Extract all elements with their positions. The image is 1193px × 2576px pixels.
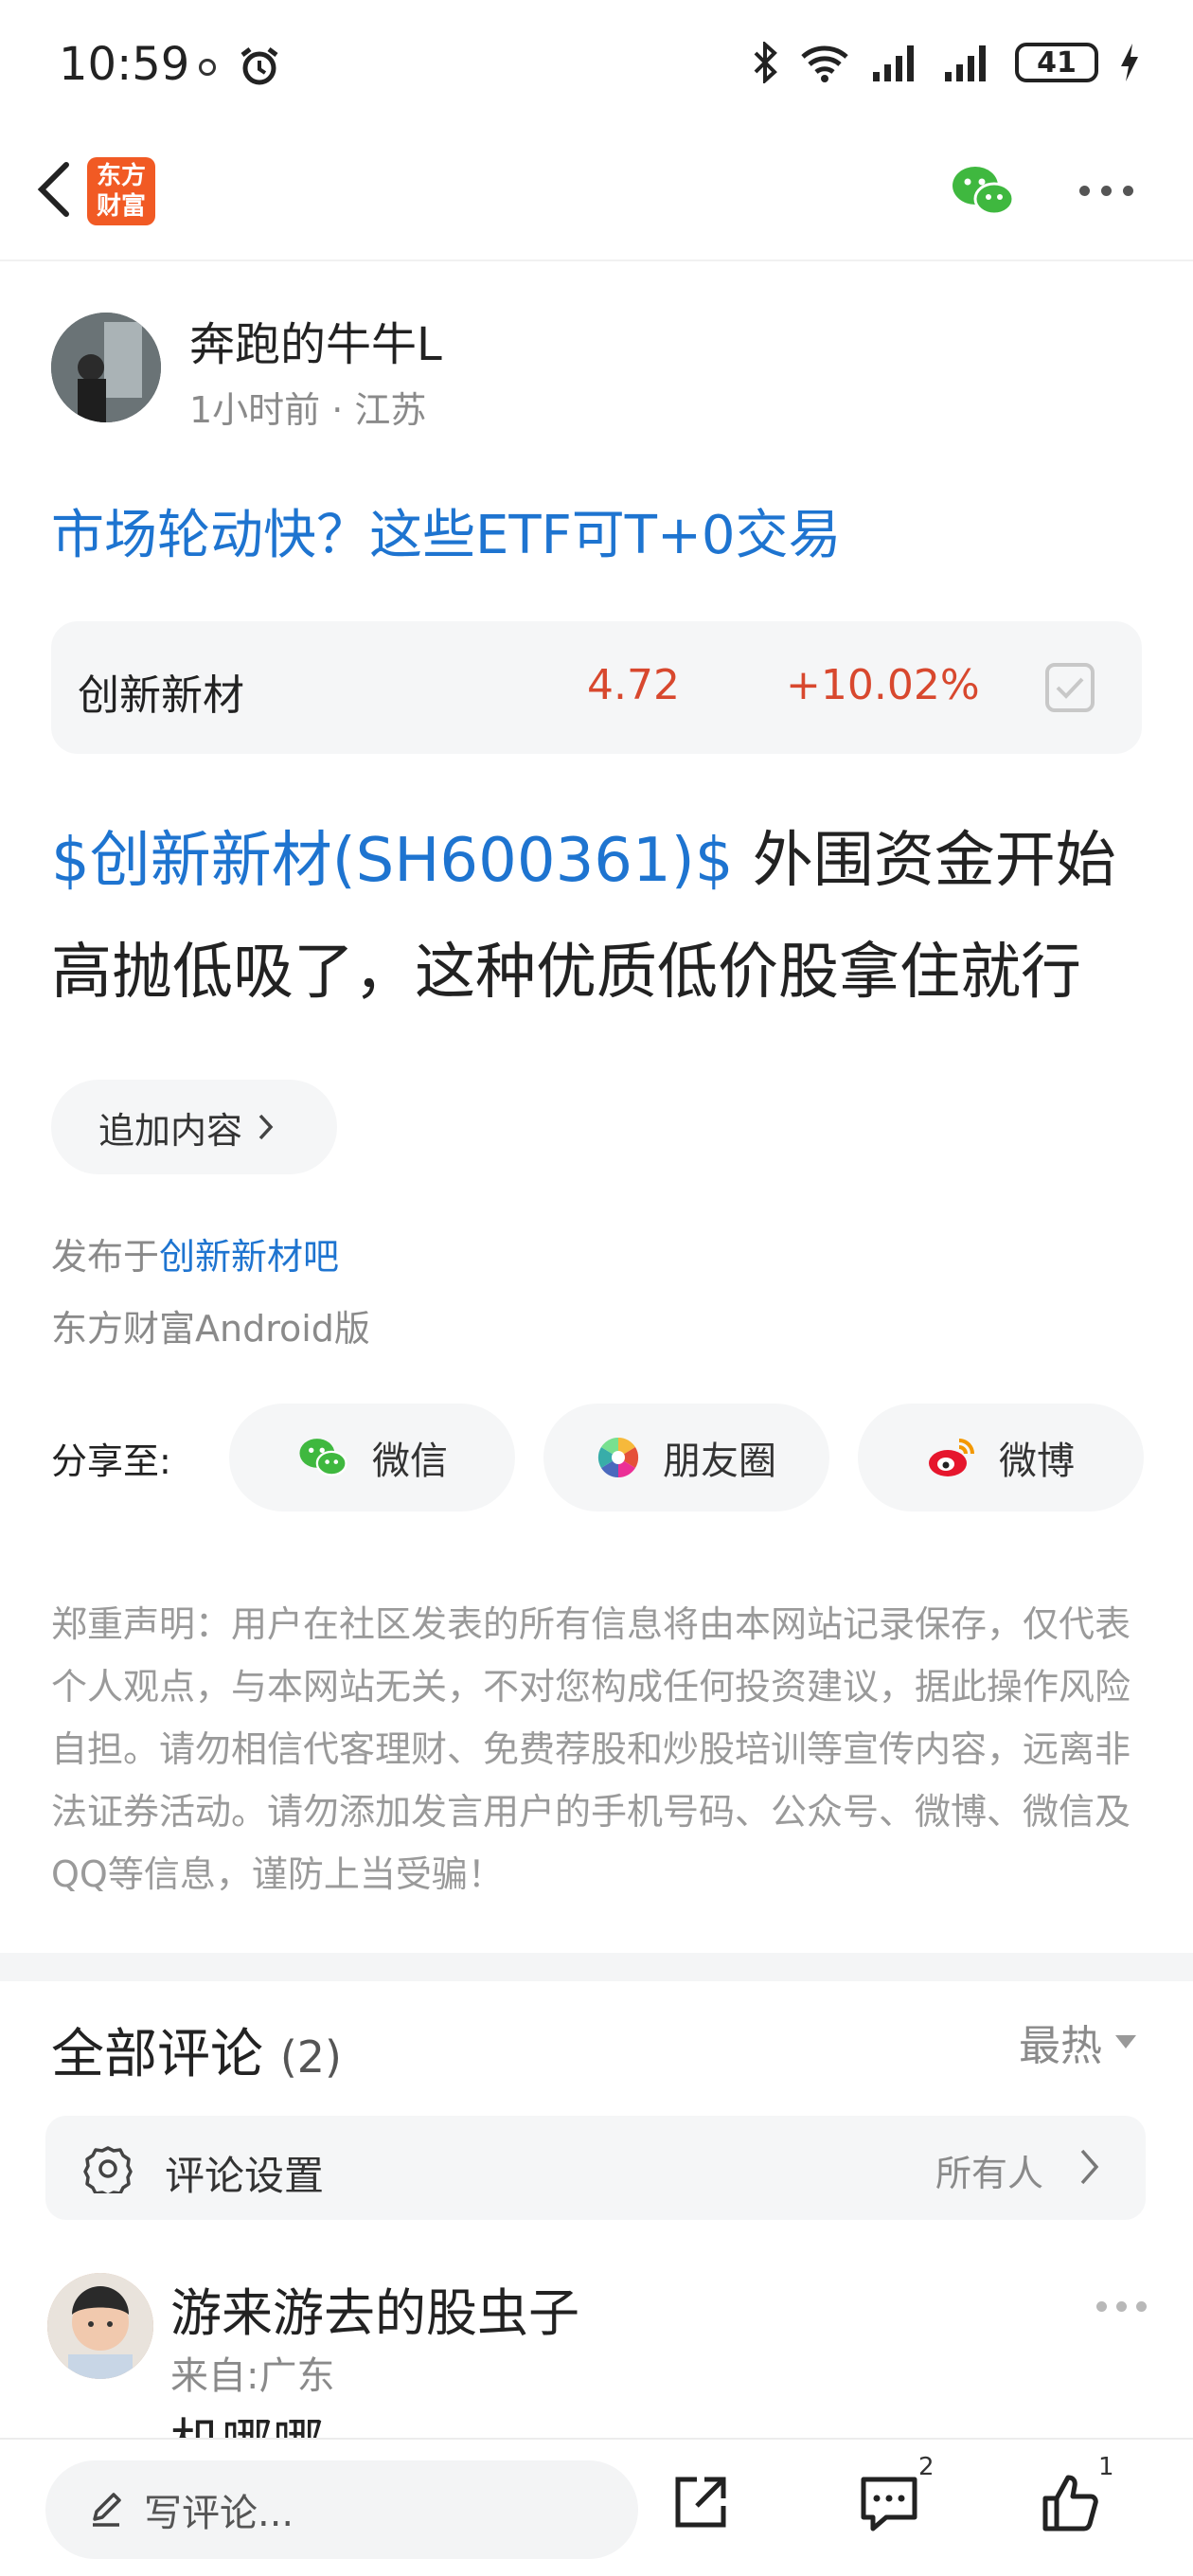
alarm-icon (237, 44, 282, 93)
add-watchlist-checkbox[interactable] (1045, 663, 1095, 712)
commenter-name[interactable]: 游来游去的股虫子 (170, 2271, 579, 2346)
bluetooth-icon (754, 42, 777, 83)
stock-mention-link[interactable]: $创新新材(SH600361)$ (51, 826, 733, 896)
author-avatar[interactable] (51, 313, 161, 422)
pen-icon (93, 2493, 121, 2527)
back-arrow-icon (37, 162, 69, 217)
wechat-icon (299, 1439, 347, 1476)
wifi-icon (801, 45, 848, 82)
stock-price: 4.72 (587, 661, 680, 709)
signal-icon (873, 45, 914, 81)
share-weibo-button[interactable]: 微博 (858, 1404, 1144, 1512)
comments-heading: 全部评论 (2) (51, 2012, 342, 2088)
top-nav: 东方财富 (0, 133, 1193, 261)
commenter-location: 来自:广东 (170, 2354, 335, 2398)
author-name[interactable]: 奔跑的牛牛L (189, 307, 442, 373)
record-icon (199, 59, 216, 76)
section-divider (0, 1953, 1193, 1981)
sort-dropdown[interactable]: 最热 (1019, 2012, 1136, 2072)
share-moments-button[interactable]: 朋友圈 (543, 1404, 829, 1512)
moments-icon (597, 1437, 639, 1478)
stock-bar-link[interactable]: 创新新材吧 (159, 1236, 339, 1278)
weibo-icon (929, 1439, 974, 1476)
comment-more-icon[interactable] (1096, 2301, 1147, 2312)
published-info: 发布于创新新材吧 (51, 1227, 339, 1279)
thumbs-up-icon[interactable] (1040, 2472, 1102, 2534)
write-comment-input[interactable]: 写评论... (45, 2460, 638, 2559)
client-info: 东方财富Android版 (51, 1308, 370, 1350)
more-options-icon[interactable] (1079, 186, 1133, 196)
published-prefix: 发布于 (51, 1236, 160, 1278)
status-bar: 10:59 41 (0, 0, 1193, 133)
gear-icon (83, 2146, 133, 2193)
share-label: 分享至: (51, 1440, 171, 1482)
stock-card[interactable]: 创新新材 4.72 +10.02% (51, 621, 1142, 754)
author-meta: 1小时前 · 江苏 (189, 389, 427, 431)
chevron-right-icon (1080, 2149, 1099, 2185)
share-out-icon[interactable] (670, 2472, 731, 2532)
append-content-label: 追加内容 (98, 1109, 243, 1152)
post-body: $创新新材(SH600361)$ 外围资金开始高抛低吸了，这种优质低价股拿住就行 (51, 805, 1149, 1029)
disclaimer-text: 郑重声明：用户在社区发表的所有信息将由本网站记录保存，仅代表个人观点，与本网站无… (51, 1603, 1131, 1895)
comments-title: 全部评论 (51, 2024, 263, 2085)
comments-count: (2) (279, 2031, 342, 2083)
append-content-button[interactable]: 追加内容 (51, 1080, 337, 1174)
write-comment-placeholder: 写评论... (144, 2492, 294, 2535)
chevron-right-icon (258, 1114, 274, 1140)
caret-down-icon (1115, 2035, 1136, 2048)
status-time: 10:59 (59, 38, 190, 91)
like-count-badge: 1 (1098, 2453, 1114, 2481)
check-icon (1056, 677, 1084, 699)
bottom-action-bar: 写评论... 2 1 (0, 2438, 1193, 2576)
share-weibo-label: 微博 (999, 1440, 1075, 1483)
sort-label: 最热 (1019, 2022, 1102, 2070)
post-title[interactable]: 市场轮动快？这些ETF可T+0交易 (51, 492, 842, 569)
stock-name: 创新新材 (78, 671, 244, 720)
back-button[interactable] (17, 153, 89, 225)
comment-settings-row[interactable]: 评论设置 所有人 (45, 2116, 1146, 2220)
signal-icon-2 (945, 45, 986, 81)
commenter-avatar[interactable] (47, 2273, 153, 2379)
battery-indicator: 41 (1015, 43, 1098, 82)
comment-bubble-icon[interactable] (858, 2472, 920, 2534)
status-icons: 41 (752, 42, 1140, 83)
comment-settings-label: 评论设置 (165, 2153, 325, 2199)
comment-settings-value: 所有人 (935, 2153, 1044, 2194)
share-wechat-label: 微信 (372, 1440, 448, 1483)
brand-logo[interactable]: 东方财富 (87, 157, 155, 225)
share-moments-label: 朋友圈 (663, 1440, 776, 1483)
charging-icon (1121, 44, 1138, 81)
share-wechat-button[interactable]: 微信 (229, 1404, 515, 1512)
wechat-share-icon[interactable] (949, 163, 1017, 224)
stock-change: +10.02% (786, 661, 980, 709)
comment-count-badge: 2 (918, 2453, 935, 2481)
